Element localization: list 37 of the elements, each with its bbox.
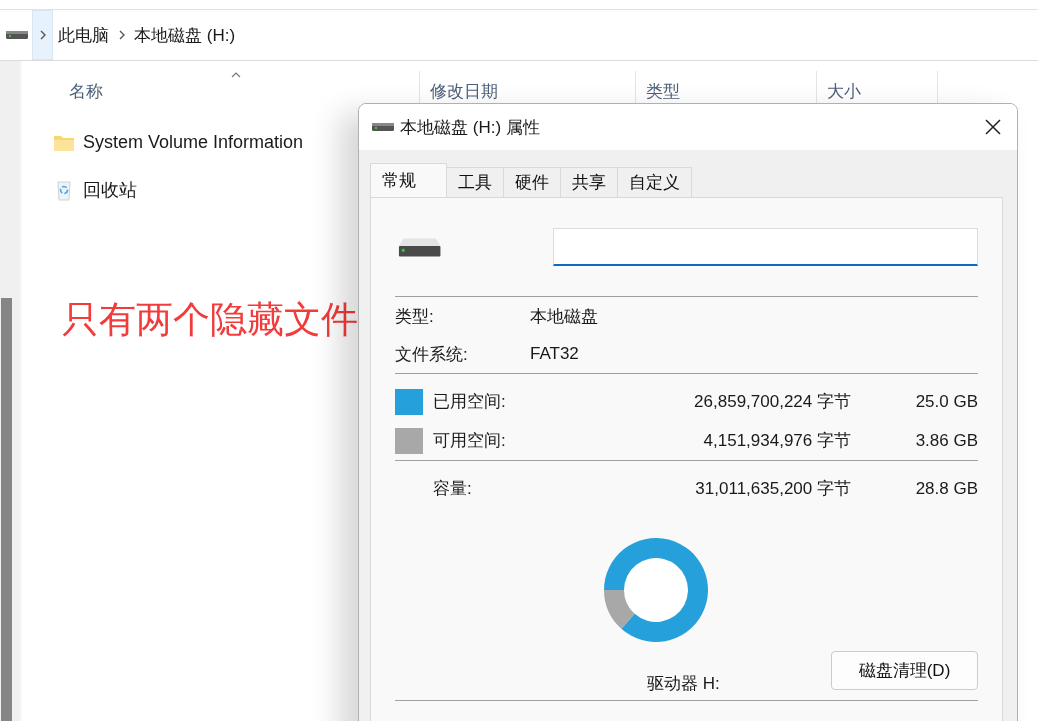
field-label: 可用空间: — [433, 430, 507, 452]
column-header[interactable]: 修改日期 — [430, 79, 498, 103]
drive-label: 驱动器 H: — [647, 672, 720, 695]
annotation-text: 只有两个隐藏文件 — [62, 298, 358, 342]
field-value: 本地磁盘 — [530, 305, 598, 328]
scrollbar-thumb[interactable] — [1, 298, 12, 721]
byte-count: 4,151,934,976 字节 — [702, 430, 851, 452]
file-name[interactable]: System Volume Information — [83, 132, 304, 153]
field-label: 已用空间: — [433, 391, 507, 413]
byte-count: 31,011,635,200 字节 — [694, 478, 851, 500]
folder-icon — [53, 133, 75, 152]
chevron-right-icon — [119, 30, 125, 40]
drive-icon — [398, 236, 442, 258]
size-value: 25.0 GB — [914, 391, 978, 412]
field-value: FAT32 — [530, 344, 579, 364]
disk-cleanup-button[interactable]: 磁盘清理(D) — [831, 650, 978, 690]
chevron-right-icon — [39, 30, 46, 40]
field-label: 容量: — [433, 478, 473, 500]
breadcrumb-item[interactable]: 此电脑 — [58, 23, 109, 47]
drive-icon — [372, 122, 394, 132]
byte-count: 26,859,700,224 字节 — [693, 391, 851, 413]
drive-icon — [6, 30, 28, 40]
sort-ascending-icon — [230, 72, 241, 78]
column-header[interactable]: 类型 — [646, 79, 680, 103]
size-value: 3.86 GB — [914, 430, 978, 451]
field-label: 文件系统: — [395, 343, 469, 366]
size-value: 28.8 GB — [914, 478, 978, 499]
dialog-title: 本地磁盘 (H:) 属性 — [400, 116, 540, 139]
field-label: 类型: — [395, 305, 435, 328]
tab[interactable]: 常规 — [370, 163, 447, 197]
column-header[interactable]: 名称 — [69, 79, 103, 103]
tab[interactable]: 自定义 — [617, 167, 692, 197]
breadcrumb-item[interactable]: 本地磁盘 (H:) — [134, 23, 236, 47]
close-icon[interactable] — [985, 119, 1001, 135]
column-header[interactable]: 大小 — [827, 79, 861, 103]
drive-name-field[interactable] — [553, 228, 978, 266]
file-name[interactable]: 回收站 — [83, 177, 137, 202]
